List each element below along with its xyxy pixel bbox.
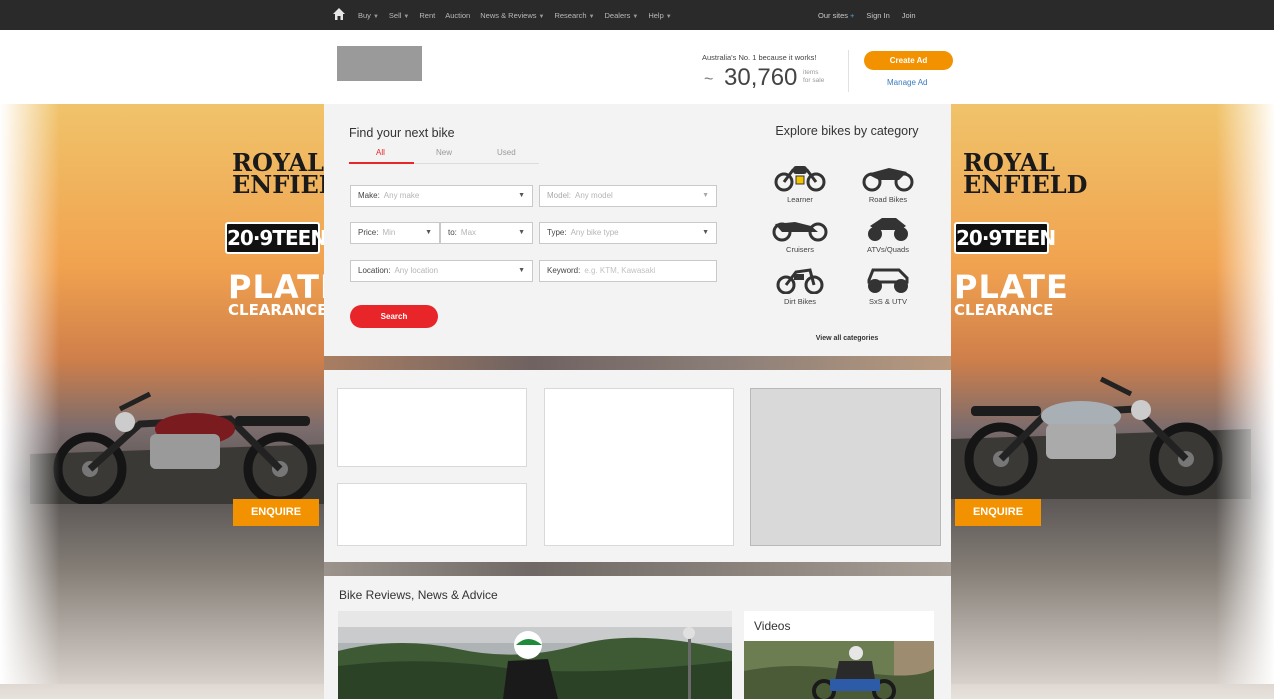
count-caption-line2: for sale (803, 77, 825, 84)
header-divider (848, 50, 849, 92)
nav-item-research[interactable]: Research ▼ (554, 11, 594, 20)
promo-headline-right: PLATE CLEARANCE (954, 268, 1069, 319)
dropdown-arrow-icon: ▼ (702, 229, 709, 236)
main-nav: Buy ▼ Sell ▼ Rent Auction News & Reviews ▼ … (358, 0, 672, 30)
nav-item-auction[interactable]: Auction (445, 11, 470, 20)
our-sites-link[interactable]: Our sites + (818, 11, 854, 20)
featured-video-thumbnail[interactable] (744, 641, 934, 699)
promo-area (324, 370, 951, 562)
category-learner[interactable]: Learner (755, 162, 845, 204)
category-road-bikes[interactable]: Road Bikes (843, 162, 933, 204)
category-cruisers[interactable]: Cruisers (755, 214, 845, 254)
location-select[interactable]: Location: Any location ▼ (350, 260, 533, 282)
brand-logo-royal-enfield-right: ROYAL ENFIELD (963, 148, 1088, 199)
nav-item-dealers[interactable]: Dealers ▼ (605, 11, 639, 20)
learner-bike-icon (774, 166, 826, 192)
category-atvs-quads[interactable]: ATVs/Quads (843, 214, 933, 254)
banner-strip (324, 356, 951, 370)
enquire-button-right[interactable]: ENQUIRE (955, 499, 1041, 526)
dropdown-arrow-icon: ▼ (702, 192, 709, 199)
account-nav: Our sites + Sign In Join (818, 0, 916, 30)
search-panel: Find your next bike All New Used Make: An… (324, 104, 744, 356)
promo-slot-1[interactable] (337, 388, 527, 467)
keyword-input[interactable]: Keyword: e.g. KTM, Kawasaki (539, 260, 717, 282)
dropdown-arrow-icon: ▼ (518, 267, 525, 274)
make-select[interactable]: Make: Any make ▼ (350, 185, 533, 207)
price-max-select[interactable]: to: Max ▼ (440, 222, 533, 244)
manage-ad-link[interactable]: Manage Ad (887, 78, 927, 87)
right-skin-ad[interactable]: ROYAL ENFIELD 20·9TEEN PLATE CLEARANCE E… (951, 104, 1274, 684)
enquire-button-left[interactable]: ENQUIRE (233, 499, 319, 526)
top-nav-bar: Buy ▼ Sell ▼ Rent Auction News & Reviews ▼ … (0, 0, 1274, 30)
plate-badge: 20·9TEEN (225, 222, 327, 254)
videos-title: Videos (754, 619, 791, 633)
category-panel: Explore bikes by category Learner Road B… (743, 104, 951, 356)
category-sxs-utv[interactable]: SxS & UTV (843, 266, 933, 306)
search-button[interactable]: Search (350, 305, 438, 328)
nav-item-news-reviews[interactable]: News & Reviews ▼ (480, 11, 544, 20)
plus-icon: + (850, 10, 855, 20)
nav-item-help[interactable]: Help ▼ (648, 11, 671, 20)
tab-used[interactable]: Used (497, 148, 516, 157)
join-link[interactable]: Join (902, 11, 916, 20)
news-section-title: Bike Reviews, News & Advice (339, 588, 498, 602)
road-bike-icon (862, 168, 914, 192)
featured-article-image[interactable] (338, 611, 732, 699)
nav-item-rent[interactable]: Rent (419, 11, 435, 20)
condition-tabs: All New Used (349, 148, 539, 164)
sxs-utv-icon (867, 268, 909, 293)
motorcycle-image (30, 391, 330, 504)
create-ad-button[interactable]: Create Ad (864, 51, 953, 70)
dropdown-arrow-icon: ▼ (425, 229, 432, 236)
view-all-categories-link[interactable]: View all categories (743, 335, 951, 342)
tab-new[interactable]: New (436, 148, 452, 157)
motorcycle-image-right (951, 376, 1251, 499)
atv-icon (868, 218, 908, 241)
nav-item-buy[interactable]: Buy ▼ (358, 11, 379, 20)
sign-in-link[interactable]: Sign In (866, 11, 889, 20)
items-count: 30,760 (724, 64, 798, 91)
price-min-select[interactable]: Price: Min ▼ (350, 222, 440, 244)
promo-slot-2[interactable] (337, 483, 527, 546)
site-logo[interactable] (337, 46, 422, 81)
model-select[interactable]: Model: Any model ▼ (539, 185, 717, 207)
promo-slot-4[interactable] (750, 388, 941, 546)
category-dirt-bikes[interactable]: Dirt Bikes (755, 266, 845, 306)
dropdown-arrow-icon: ▼ (518, 192, 525, 199)
count-caption-line1: items (803, 69, 819, 76)
search-title: Find your next bike (349, 126, 455, 140)
category-title: Explore bikes by category (775, 124, 919, 138)
nav-item-sell[interactable]: Sell ▼ (389, 11, 409, 20)
items-count-caption: items for sale (803, 69, 824, 85)
news-section: Bike Reviews, News & Advice Videos (324, 576, 951, 699)
home-icon[interactable] (332, 7, 346, 21)
left-skin-ad[interactable]: ROYAL ENFIELD 20·9TEEN PLATE CLEARANCE E… (0, 104, 356, 684)
cruiser-icon (772, 222, 828, 242)
promo-headline: PLATE CLEARANCE (228, 268, 343, 319)
banner-strip-lower (324, 562, 951, 576)
type-select[interactable]: Type: Any bike type ▼ (539, 222, 717, 244)
approx-sign: ~ (704, 71, 714, 88)
tagline: Australia's No. 1 because it works! (702, 53, 817, 62)
promo-slot-3[interactable] (544, 388, 734, 546)
dropdown-arrow-icon: ▼ (518, 229, 525, 236)
tab-all[interactable]: All (376, 148, 385, 157)
active-tab-indicator (349, 162, 414, 164)
plate-badge-right: 20·9TEEN (954, 222, 1056, 254)
dirt-bike-icon (776, 268, 824, 294)
videos-panel: Videos (744, 611, 934, 699)
